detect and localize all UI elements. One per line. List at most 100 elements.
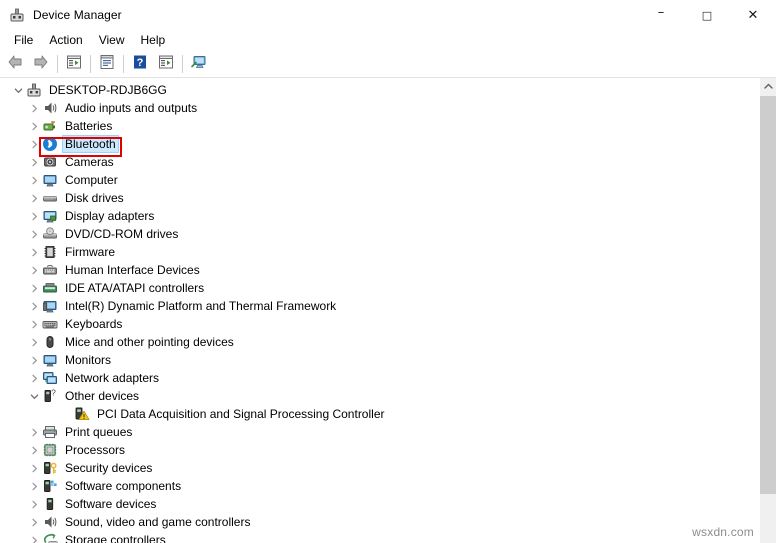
chevron-right-icon bbox=[31, 482, 37, 490]
sound-video-icon bbox=[42, 514, 58, 530]
expand-collapse-toggle-collapsed[interactable] bbox=[26, 280, 42, 296]
chevron-up-icon bbox=[764, 83, 773, 89]
chevron-down-icon bbox=[14, 87, 22, 93]
menu-help[interactable]: Help bbox=[133, 31, 174, 50]
tree-row-label: Software components bbox=[65, 479, 182, 493]
tree-row[interactable]: Software devices bbox=[0, 495, 759, 513]
tree-row[interactable]: ? Other devices bbox=[0, 387, 759, 405]
expand-collapse-toggle-collapsed[interactable] bbox=[26, 244, 42, 260]
minimize-icon: – bbox=[657, 4, 665, 20]
expand-collapse-toggle-collapsed[interactable] bbox=[26, 118, 42, 134]
tree-row[interactable]: DESKTOP-RDJB6GG bbox=[0, 81, 759, 99]
thermal-framework-icon bbox=[42, 298, 58, 314]
properties-button[interactable] bbox=[95, 53, 119, 75]
expand-collapse-toggle-collapsed[interactable] bbox=[26, 172, 42, 188]
expand-collapse-toggle-collapsed[interactable] bbox=[26, 514, 42, 530]
forward-arrow-icon bbox=[32, 53, 50, 76]
expand-collapse-toggle-collapsed[interactable] bbox=[26, 352, 42, 368]
expand-collapse-toggle-collapsed[interactable] bbox=[26, 208, 42, 224]
device-tree[interactable]: DESKTOP-RDJB6GG Audio inputs and outputs B… bbox=[0, 78, 759, 543]
scan-hardware-changes-button[interactable] bbox=[187, 53, 211, 75]
maximize-button[interactable]: □ bbox=[684, 0, 730, 30]
tree-row[interactable]: Software components bbox=[0, 477, 759, 495]
caption-buttons: – □ ✕ bbox=[638, 0, 776, 30]
monitor-icon bbox=[42, 352, 58, 368]
scan-monitor-icon bbox=[190, 53, 208, 76]
expand-collapse-toggle-expanded[interactable] bbox=[26, 388, 42, 404]
chevron-right-icon bbox=[31, 230, 37, 238]
tree-row[interactable]: Mice and other pointing devices bbox=[0, 333, 759, 351]
forward-button[interactable] bbox=[29, 53, 53, 75]
chevron-right-icon bbox=[31, 500, 37, 508]
tree-row[interactable]: Processors bbox=[0, 441, 759, 459]
tree-row-label: Mice and other pointing devices bbox=[65, 335, 234, 349]
speaker-icon bbox=[42, 100, 58, 116]
tree-row[interactable]: Print queues bbox=[0, 423, 759, 441]
expand-collapse-toggle-collapsed[interactable] bbox=[26, 190, 42, 206]
tree-row-label: Keyboards bbox=[65, 317, 123, 331]
menu-view[interactable]: View bbox=[91, 31, 133, 50]
scrollbar-thumb[interactable] bbox=[760, 96, 776, 494]
update-driver-button[interactable] bbox=[154, 53, 178, 75]
tree-row[interactable]: Computer bbox=[0, 171, 759, 189]
expand-collapse-toggle-collapsed[interactable] bbox=[26, 496, 42, 512]
expand-collapse-toggle-collapsed[interactable] bbox=[26, 298, 42, 314]
tree-row[interactable]: Audio inputs and outputs bbox=[0, 99, 759, 117]
expand-collapse-toggle-collapsed[interactable] bbox=[26, 334, 42, 350]
expand-collapse-toggle-collapsed[interactable] bbox=[26, 424, 42, 440]
tree-row[interactable]: Display adapters bbox=[0, 207, 759, 225]
tree-row[interactable]: Storage controllers bbox=[0, 531, 759, 543]
tree-row[interactable]: Security devices bbox=[0, 459, 759, 477]
chevron-right-icon bbox=[31, 464, 37, 472]
menu-file[interactable]: File bbox=[6, 31, 41, 50]
scroll-up-button[interactable] bbox=[760, 78, 776, 95]
vertical-scrollbar[interactable] bbox=[759, 78, 776, 543]
scrollbar-track[interactable] bbox=[760, 494, 776, 543]
expand-collapse-toggle-collapsed[interactable] bbox=[26, 532, 42, 543]
tree-row-label: Intel(R) Dynamic Platform and Thermal Fr… bbox=[65, 299, 337, 313]
minimize-button[interactable]: – bbox=[638, 0, 684, 30]
tree-row-label: DESKTOP-RDJB6GG bbox=[49, 83, 167, 97]
chevron-right-icon bbox=[31, 266, 37, 274]
expand-collapse-toggle-collapsed[interactable] bbox=[26, 154, 42, 170]
expand-collapse-toggle-collapsed[interactable] bbox=[26, 442, 42, 458]
show-hide-console-tree-button[interactable] bbox=[62, 53, 86, 75]
console-tree-icon bbox=[65, 53, 83, 76]
expand-collapse-toggle-collapsed[interactable] bbox=[26, 460, 42, 476]
tree-row[interactable]: Cameras bbox=[0, 153, 759, 171]
network-adapter-icon bbox=[42, 370, 58, 386]
device-tree-panel: DESKTOP-RDJB6GG Audio inputs and outputs B… bbox=[0, 78, 776, 543]
back-button[interactable] bbox=[3, 53, 27, 75]
tree-row[interactable]: IDE ATA/ATAPI controllers bbox=[0, 279, 759, 297]
toolbar-separator bbox=[123, 55, 124, 73]
device-manager-icon bbox=[9, 7, 25, 23]
expand-collapse-toggle-collapsed[interactable] bbox=[26, 226, 42, 242]
tree-row-label: Disk drives bbox=[65, 191, 124, 205]
tree-row[interactable]: Disk drives bbox=[0, 189, 759, 207]
tree-row[interactable]: Keyboards bbox=[0, 315, 759, 333]
tree-row[interactable]: Bluetooth bbox=[0, 135, 759, 153]
expand-collapse-toggle-collapsed[interactable] bbox=[26, 136, 42, 152]
menu-action[interactable]: Action bbox=[41, 31, 90, 50]
tree-row[interactable]: Intel(R) Dynamic Platform and Thermal Fr… bbox=[0, 297, 759, 315]
tree-row[interactable]: Monitors bbox=[0, 351, 759, 369]
expand-collapse-toggle-collapsed[interactable] bbox=[26, 478, 42, 494]
tree-twisty-none bbox=[58, 406, 74, 422]
tree-row[interactable]: Sound, video and game controllers bbox=[0, 513, 759, 531]
tree-row[interactable]: DVD/CD-ROM drives bbox=[0, 225, 759, 243]
expand-collapse-toggle-collapsed[interactable] bbox=[26, 100, 42, 116]
tree-row[interactable]: Firmware bbox=[0, 243, 759, 261]
help-button[interactable]: ? bbox=[128, 53, 152, 75]
expand-collapse-toggle-collapsed[interactable] bbox=[26, 316, 42, 332]
expand-collapse-toggle-collapsed[interactable] bbox=[26, 262, 42, 278]
window-title: Device Manager bbox=[33, 8, 122, 22]
tree-row[interactable]: Batteries bbox=[0, 117, 759, 135]
chevron-right-icon bbox=[31, 446, 37, 454]
close-button[interactable]: ✕ bbox=[730, 0, 776, 30]
expand-collapse-toggle-expanded[interactable] bbox=[10, 82, 26, 98]
tree-row[interactable]: Human Interface Devices bbox=[0, 261, 759, 279]
expand-collapse-toggle-collapsed[interactable] bbox=[26, 370, 42, 386]
chevron-right-icon bbox=[31, 158, 37, 166]
tree-row[interactable]: Network adapters bbox=[0, 369, 759, 387]
tree-row[interactable]: PCI Data Acquisition and Signal Processi… bbox=[0, 405, 759, 423]
